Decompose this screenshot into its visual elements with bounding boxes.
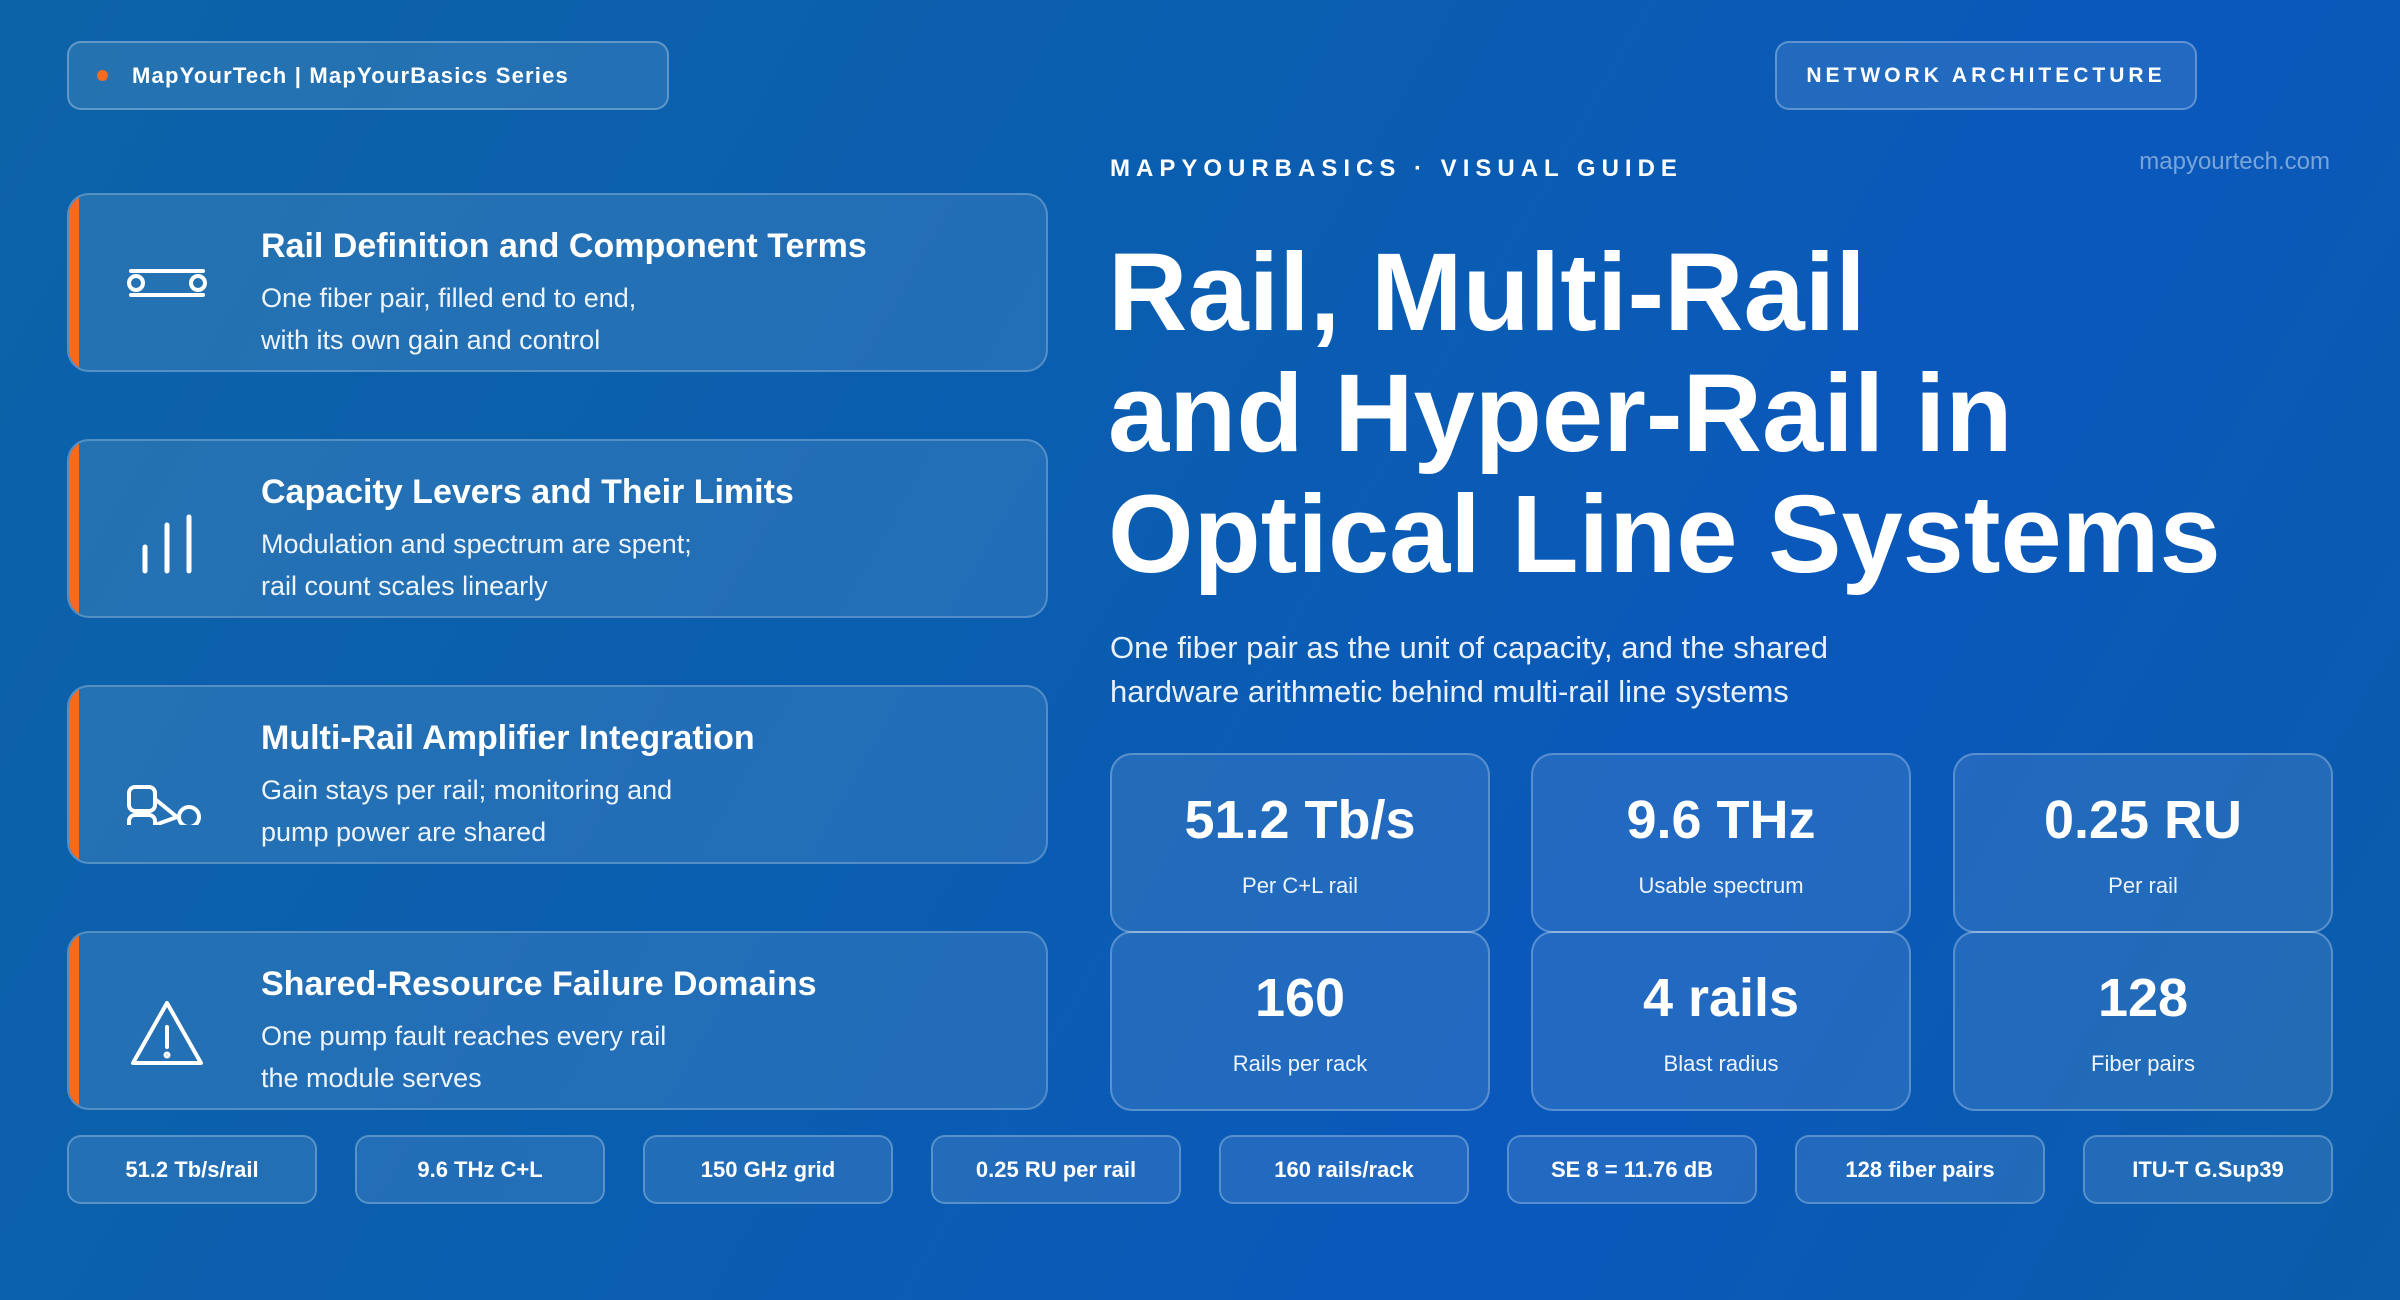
stat-label: Blast radius xyxy=(1663,1051,1779,1076)
topic-card-amplifier-integration: Multi-Rail Amplifier Integration Gain st… xyxy=(67,685,1048,864)
spec-chip: 128 fiber pairs xyxy=(1795,1135,2045,1204)
stat-card: 51.2 Tb/s Per C+L rail xyxy=(1110,753,1490,933)
stat-value: 9.6 THz xyxy=(1626,790,1816,850)
stat-card: 0.25 RU Per rail xyxy=(1953,753,2333,933)
topic-line: with its own gain and control xyxy=(261,325,601,355)
category-label: NETWORK ARCHITECTURE xyxy=(1806,63,2166,87)
subtitle-line: One fiber pair as the unit of capacity, … xyxy=(1110,630,1829,665)
stat-card: 4 rails Blast radius xyxy=(1531,931,1911,1111)
spec-chip: 0.25 RU per rail xyxy=(931,1135,1181,1204)
stat-value: 128 xyxy=(2097,968,2189,1028)
topic-card-failure-domains: Shared-Resource Failure Domains One pump… xyxy=(67,931,1048,1110)
spec-chip: 160 rails/rack xyxy=(1219,1135,1469,1204)
topic-title: Capacity Levers and Their Limits xyxy=(261,473,794,511)
accent-bar xyxy=(69,441,79,616)
stat-label: Per C+L rail xyxy=(1242,873,1358,898)
accent-bar xyxy=(69,933,79,1108)
stat-value: 160 xyxy=(1254,968,1346,1028)
subtitle-line: hardware arithmetic behind multi-rail li… xyxy=(1110,674,1789,709)
topic-line: One pump fault reaches every rail xyxy=(261,1021,667,1051)
stat-label: Rails per rack xyxy=(1232,1051,1368,1076)
stat-label: Per rail xyxy=(2108,873,2178,898)
rail-icon xyxy=(119,237,215,333)
accent-bar xyxy=(69,687,79,862)
page-subtitle: One fiber pair as the unit of capacity, … xyxy=(1110,626,1930,714)
page-title: Rail, Multi-Rail and Hyper-Rail in Optic… xyxy=(1108,232,2288,595)
topic-line: rail count scales linearly xyxy=(261,571,548,601)
stat-value: 0.25 RU xyxy=(2043,790,2243,850)
spec-chip: SE 8 = 11.76 dB xyxy=(1507,1135,1757,1204)
stat-card: 9.6 THz Usable spectrum xyxy=(1531,753,1911,933)
stat-label: Fiber pairs xyxy=(2091,1051,2195,1076)
topic-title: Multi-Rail Amplifier Integration xyxy=(261,719,755,757)
brand-dot-icon xyxy=(97,70,108,81)
topic-description: One fiber pair, filled end to end, with … xyxy=(261,277,961,361)
category-pill: NETWORK ARCHITECTURE xyxy=(1775,41,2197,110)
brand-pill: MapYourTech | MapYourBasics Series xyxy=(67,41,669,110)
accent-bar xyxy=(69,195,79,370)
stat-value: 51.2 Tb/s xyxy=(1184,790,1416,850)
title-line: Optical Line Systems xyxy=(1108,473,2221,596)
spec-chip: 51.2 Tb/s/rail xyxy=(67,1135,317,1204)
topic-line: Modulation and spectrum are spent; xyxy=(261,529,692,559)
spec-chip: 150 GHz grid xyxy=(643,1135,893,1204)
title-line: and Hyper-Rail in xyxy=(1108,352,2013,475)
amplifier-integration-icon xyxy=(119,729,215,841)
brand-label: MapYourTech | MapYourBasics Series xyxy=(132,62,569,88)
topic-card-capacity-levers: Capacity Levers and Their Limits Modulat… xyxy=(67,439,1048,618)
stat-card: 128 Fiber pairs xyxy=(1953,931,2333,1111)
topic-title: Shared-Resource Failure Domains xyxy=(261,965,817,1003)
spec-chip: ITU-T G.Sup39 xyxy=(2083,1135,2333,1204)
topic-description: Modulation and spectrum are spent; rail … xyxy=(261,523,961,607)
spec-chip: 9.6 THz C+L xyxy=(355,1135,605,1204)
topic-line: One fiber pair, filled end to end, xyxy=(261,283,637,313)
topic-title: Rail Definition and Component Terms xyxy=(261,227,867,265)
title-line: Rail, Multi-Rail xyxy=(1108,231,1866,354)
warning-icon xyxy=(119,975,215,1071)
topic-card-rail-definition: Rail Definition and Component Terms One … xyxy=(67,193,1048,372)
stat-value: 4 rails xyxy=(1642,968,1800,1028)
topic-line: Gain stays per rail; monitoring and xyxy=(261,775,673,805)
stat-label: Usable spectrum xyxy=(1638,873,1804,898)
domain-label: mapyourtech.com xyxy=(2139,148,2330,175)
eyebrow: MAPYOURBASICS · VISUAL GUIDE xyxy=(1110,155,1683,182)
topic-description: One pump fault reaches every rail the mo… xyxy=(261,1015,961,1099)
topic-line: the module serves xyxy=(261,1063,482,1093)
topic-description: Gain stays per rail; monitoring and pump… xyxy=(261,769,961,853)
stat-card: 160 Rails per rack xyxy=(1110,931,1490,1111)
bar-levels-icon xyxy=(119,483,215,579)
topic-line: pump power are shared xyxy=(261,817,547,847)
